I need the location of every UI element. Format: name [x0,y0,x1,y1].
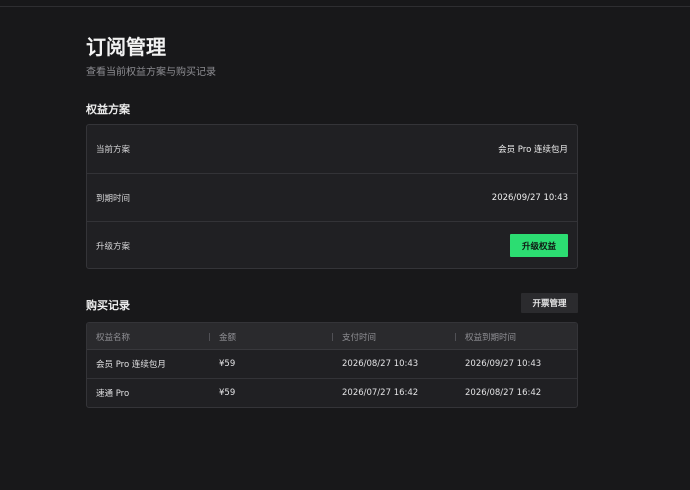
plan-card: 当前方案 会员 Pro 连续包月 到期时间 2026/09/27 10:43 升… [86,124,578,269]
table-row: 会员 Pro 连续包月 ¥59 2026/08/27 10:43 2026/09… [87,350,577,379]
cell-expiry: 2026/09/27 10:43 [465,359,542,369]
column-header-amount: 金额 [219,332,237,343]
cell-expiry: 2026/08/27 16:42 [465,388,542,398]
purchase-section-title: 购买记录 [86,299,130,312]
current-plan-label: 当前方案 [96,145,131,155]
cell-pay-time: 2026/08/27 10:43 [342,359,419,369]
column-header-expiry: 权益到期时间 [465,332,517,343]
cell-amount: ¥59 [219,388,236,398]
upgrade-label: 升级方案 [96,241,131,252]
upgrade-button[interactable]: 升级权益 [510,234,568,257]
column-divider [209,333,210,341]
cell-pay-time: 2026/07/27 16:42 [342,388,419,398]
cell-amount: ¥59 [219,359,236,369]
column-divider [455,333,456,341]
column-header-pay-time: 支付时间 [342,332,377,343]
upgrade-row: 升级方案 升级权益 [87,221,577,269]
column-divider [332,333,333,341]
current-plan-row: 当前方案 会员 Pro 连续包月 [87,125,577,173]
invoice-management-button[interactable]: 开票管理 [521,293,578,313]
table-row: 速通 Pro ¥59 2026/07/27 16:42 2026/08/27 1… [87,379,577,407]
top-divider [0,6,690,7]
expiry-label: 到期时间 [96,193,131,204]
current-plan-value: 会员 Pro 连续包月 [498,145,568,155]
expiry-row: 到期时间 2026/09/27 10:43 [87,173,577,221]
plan-section-title: 权益方案 [86,103,130,116]
page-title: 订阅管理 [86,35,166,59]
cell-name: 会员 Pro 连续包月 [96,360,166,370]
table-header: 权益名称 金额 支付时间 权益到期时间 [87,323,577,350]
page-subtitle: 查看当前权益方案与购买记录 [86,67,216,78]
expiry-value: 2026/09/27 10:43 [491,192,568,203]
cell-name: 速通 Pro [96,389,130,399]
column-header-name: 权益名称 [96,332,131,343]
purchase-table: 权益名称 金额 支付时间 权益到期时间 会员 Pro 连续包月 ¥59 2026… [86,322,578,408]
